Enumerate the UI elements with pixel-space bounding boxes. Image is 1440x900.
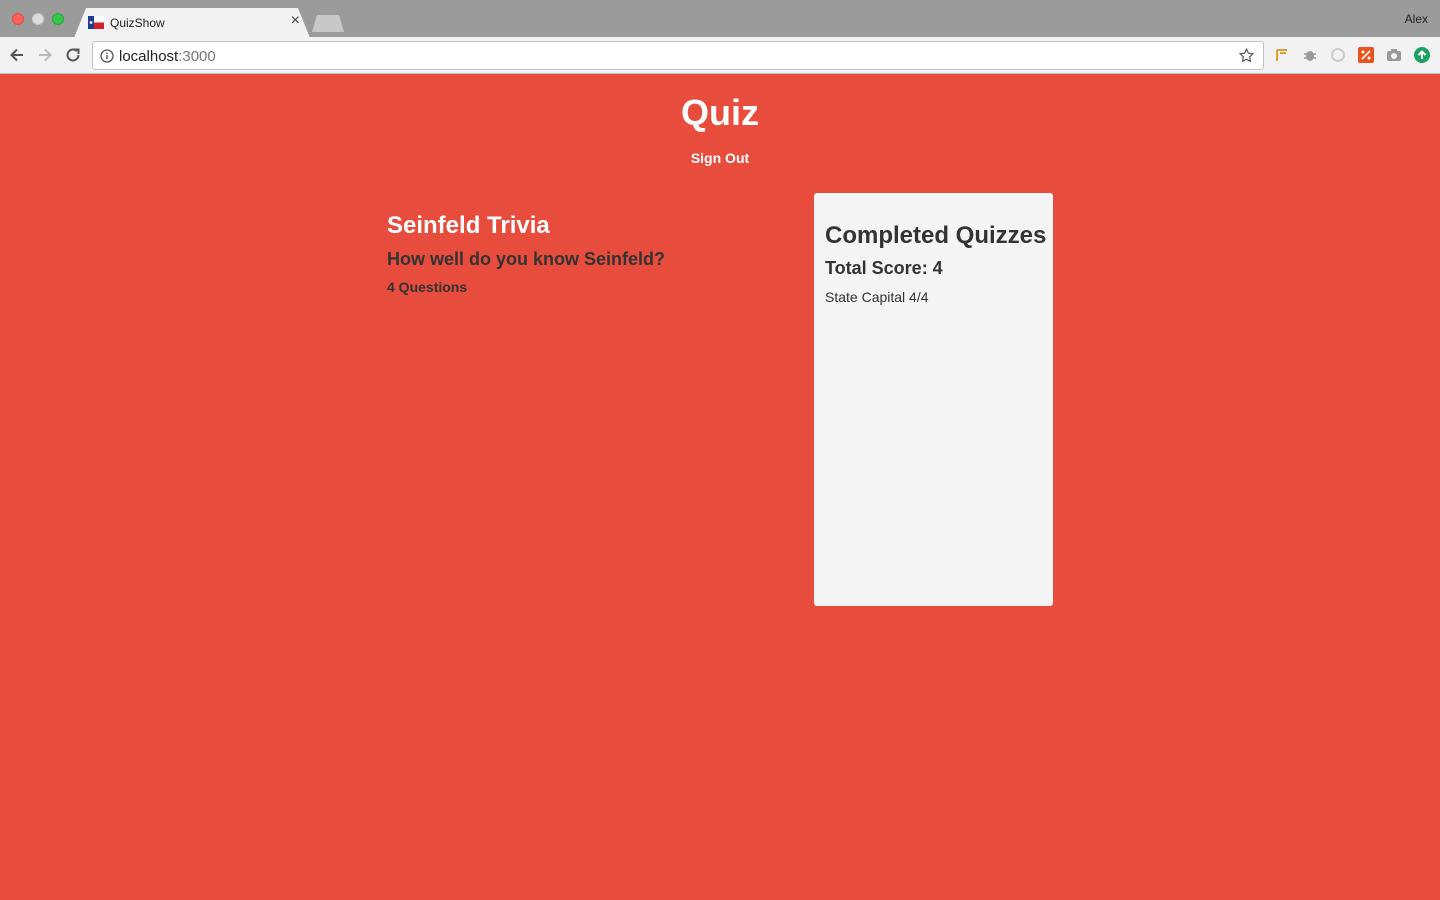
browser-toolbar: localhost:3000 [0,37,1440,74]
browser-tab[interactable]: QuizShow × [74,8,310,38]
window-close-button[interactable] [12,13,24,25]
quiz-description: How well do you know Seinfeld? [387,249,666,269]
new-tab-button[interactable] [312,15,344,32]
back-arrow-icon[interactable] [7,45,27,65]
forward-arrow-icon[interactable] [35,45,55,65]
sidebar-extension-icon[interactable] [1274,47,1290,63]
sign-out-link[interactable]: Sign Out [0,150,1440,166]
tab-close-icon[interactable]: × [291,13,300,29]
total-score: Total Score: 4 [825,258,943,278]
tab-title: QuizShow [110,16,165,30]
completed-quiz-item: State Capital 4/4 [825,289,929,305]
percent-extension-icon[interactable] [1358,47,1374,63]
url-text: localhost:3000 [119,48,216,65]
completed-quizzes-panel: Completed Quizzes Total Score: 4 State C… [814,193,1053,606]
quiz-question-count: 4 Questions [387,279,468,295]
browser-tab-bar: QuizShow × Alex [0,0,1440,38]
window-minimize-button[interactable] [32,13,44,25]
profile-name[interactable]: Alex [1405,12,1428,26]
texas-flag-icon [88,16,104,29]
info-icon[interactable] [100,49,114,63]
url-port: :3000 [178,48,216,65]
upload-extension-icon[interactable] [1414,47,1430,63]
bug-extension-icon[interactable] [1302,47,1318,63]
url-host: localhost [119,48,179,65]
completed-quizzes-heading: Completed Quizzes [825,222,1047,249]
sync-extension-icon[interactable] [1330,47,1346,63]
window-maximize-button[interactable] [52,13,64,25]
reload-icon[interactable] [63,45,83,65]
quiz-card[interactable]: Seinfeld Trivia How well do you know Sei… [387,212,787,295]
page-title: Quiz [681,92,759,133]
bookmark-star-icon[interactable] [1238,47,1255,64]
quiz-title[interactable]: Seinfeld Trivia [387,212,787,240]
camera-extension-icon[interactable] [1386,47,1402,63]
address-bar[interactable]: localhost:3000 [92,41,1264,70]
